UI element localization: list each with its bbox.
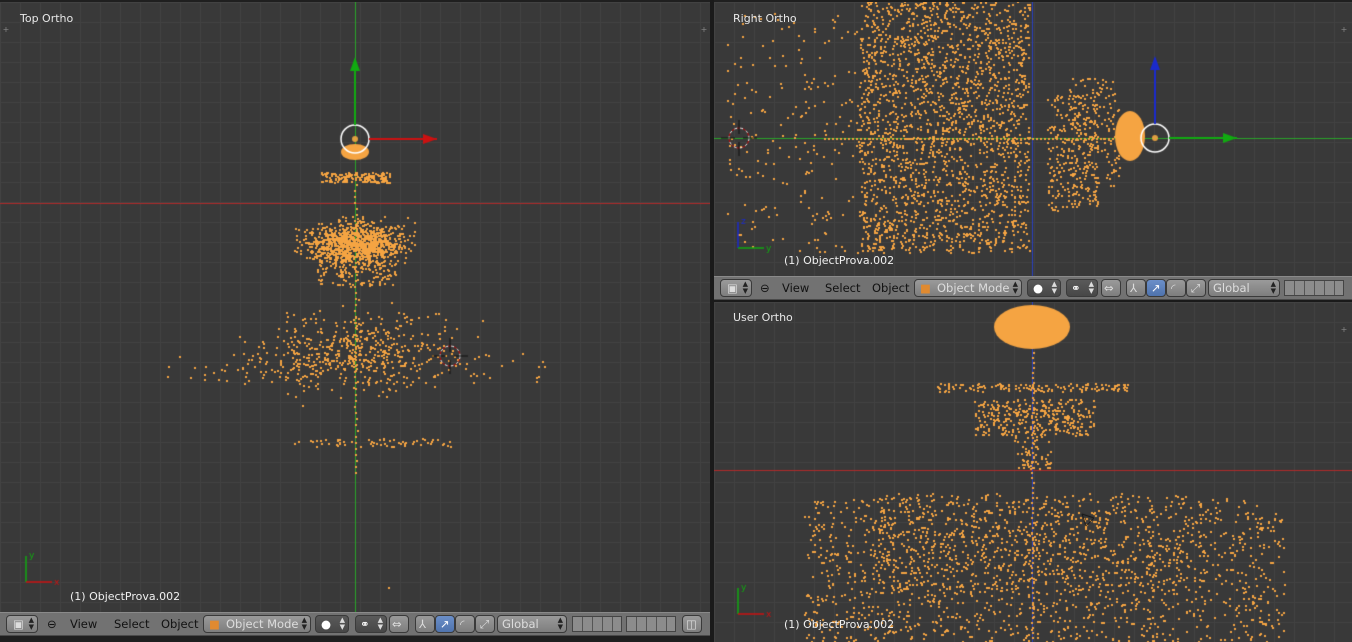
scale-icon: ⤢ xyxy=(480,617,490,631)
view3d-header: ▣ ▲ ▼ ⊖ View Select Object ■ Object Mode ▲… xyxy=(714,276,1352,300)
overlay-button[interactable]: ⇔ xyxy=(1101,279,1121,297)
translate-icon: ↗ xyxy=(440,617,450,631)
layers-grid[interactable] xyxy=(572,616,622,632)
cube-icon: ■ xyxy=(920,281,931,295)
translate-toggle[interactable]: ↗ xyxy=(1146,279,1166,297)
layers-grid[interactable] xyxy=(1284,280,1344,296)
viewport-right-ortho[interactable]: Right Ortho (1) ObjectProva.002 + xyxy=(714,2,1352,276)
active-object-label: (1) ObjectProva.002 xyxy=(70,590,181,603)
viewport-title: Right Ortho xyxy=(733,12,797,25)
pivot-select[interactable]: ⚭ ▲ ▼ xyxy=(1066,279,1098,297)
manipulator-toggle[interactable]: ⅄ xyxy=(1126,279,1146,297)
mode-select[interactable]: ■ Object Mode ▲ ▼ xyxy=(203,615,311,633)
rotate-toggle[interactable]: ◜ xyxy=(455,615,475,633)
solid-sphere-icon: ● xyxy=(1033,281,1044,295)
cube-icon: ■ xyxy=(209,617,220,631)
editor-type-button[interactable]: ▣ ▲ ▼ xyxy=(720,279,752,297)
scale-icon: ⤢ xyxy=(1191,281,1201,295)
collapse-menu-icon[interactable]: ⊖ xyxy=(47,616,57,633)
rotate-toggle[interactable]: ◜ xyxy=(1166,279,1186,297)
split-corner-icon[interactable]: + xyxy=(700,26,708,34)
editor-type-button[interactable]: ▣ ▲ ▼ xyxy=(6,615,38,633)
manipulator-icon: ⇔ xyxy=(1104,281,1114,295)
view3d-header: ▣ ▲ ▼ ⊖ View Select Object ■ Object Mode ▲… xyxy=(0,612,712,636)
collapse-menu-icon[interactable]: ⊖ xyxy=(760,280,770,297)
viewport-title: Top Ortho xyxy=(20,12,74,25)
viewport-canvas[interactable] xyxy=(714,302,1352,642)
menu-object[interactable]: Object xyxy=(161,616,198,633)
menu-view[interactable]: View xyxy=(782,280,809,297)
orientation-select[interactable]: Global ▲ ▼ xyxy=(1208,279,1280,297)
overlay-button[interactable]: ⇔ xyxy=(389,615,409,633)
manipulator-icon: ⅄ xyxy=(1130,281,1138,295)
scale-toggle[interactable]: ⤢ xyxy=(475,615,495,633)
menu-select[interactable]: Select xyxy=(825,280,860,297)
viewport-title: User Ortho xyxy=(733,311,793,324)
split-corner-icon[interactable]: + xyxy=(1340,26,1348,34)
camera-button[interactable]: ◫ xyxy=(682,615,702,633)
orientation-select[interactable]: Global ▲ ▼ xyxy=(497,615,567,633)
layers-grid[interactable] xyxy=(626,616,676,632)
translate-icon: ↗ xyxy=(1151,281,1161,295)
solid-sphere-icon: ● xyxy=(321,617,332,631)
viewport-user-ortho[interactable]: User Ortho (1) ObjectProva.002 + xyxy=(714,302,1352,642)
rotate-icon: ◜ xyxy=(460,617,465,631)
overlap-icon: ⚭ xyxy=(1071,281,1081,295)
translate-toggle[interactable]: ↗ xyxy=(435,615,455,633)
viewport-top-ortho[interactable]: Top Ortho (1) ObjectProva.002 + + xyxy=(0,2,710,614)
shading-select[interactable]: ● ▲ ▼ xyxy=(315,615,349,633)
split-corner-icon[interactable]: + xyxy=(1340,326,1348,334)
menu-select[interactable]: Select xyxy=(114,616,149,633)
mode-select[interactable]: ■ Object Mode ▲ ▼ xyxy=(914,279,1022,297)
active-object-label: (1) ObjectProva.002 xyxy=(784,254,895,267)
manipulator-icon: ⇔ xyxy=(392,617,402,631)
pivot-select[interactable]: ⚭ ▲ ▼ xyxy=(355,615,387,633)
active-object-label: (1) ObjectProva.002 xyxy=(784,618,895,631)
scale-toggle[interactable]: ⤢ xyxy=(1186,279,1206,297)
viewport-canvas[interactable] xyxy=(0,2,710,614)
manipulator-toggle[interactable]: ⅄ xyxy=(415,615,435,633)
rotate-icon: ◜ xyxy=(1171,281,1176,295)
menu-object[interactable]: Object xyxy=(872,280,909,297)
split-corner-icon[interactable]: + xyxy=(2,26,10,34)
manipulator-icon: ⅄ xyxy=(419,617,427,631)
cube-icon: ▣ xyxy=(727,281,738,295)
viewport-canvas[interactable] xyxy=(714,2,1352,276)
shading-select[interactable]: ● ▲ ▼ xyxy=(1027,279,1061,297)
camera-icon: ◫ xyxy=(686,617,697,631)
cube-icon: ▣ xyxy=(13,617,24,631)
menu-view[interactable]: View xyxy=(70,616,97,633)
overlap-icon: ⚭ xyxy=(360,617,370,631)
